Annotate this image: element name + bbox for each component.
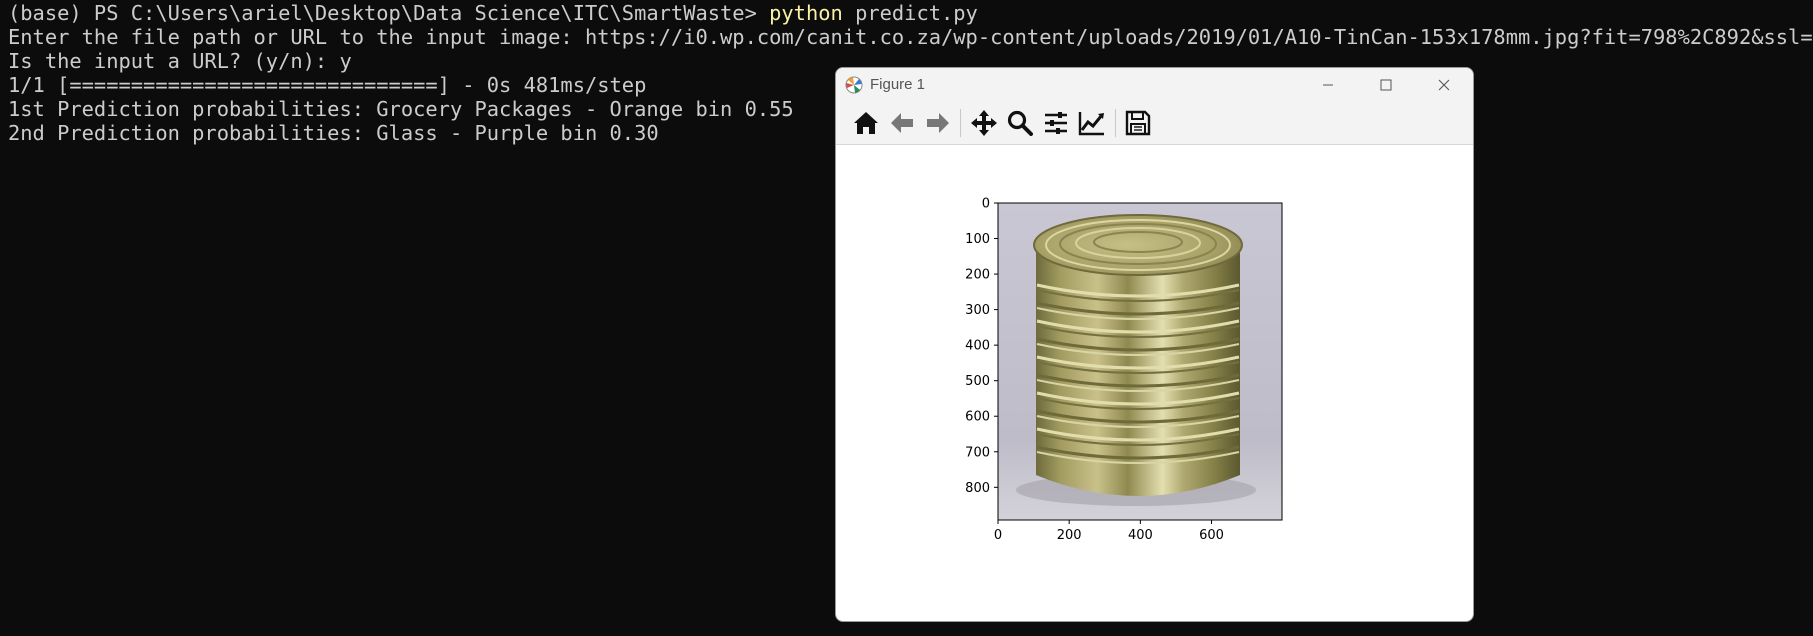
toolbar-separator [960, 109, 961, 137]
y-tick-label: 700 [965, 445, 990, 460]
matplotlib-app-icon [845, 76, 863, 94]
home-button[interactable] [850, 107, 882, 139]
minimize-icon [1323, 84, 1333, 86]
x-tick-label: 200 [1057, 528, 1082, 543]
x-tick-label: 600 [1199, 528, 1224, 543]
zoom-button[interactable] [1004, 107, 1036, 139]
y-tick-label: 500 [965, 374, 990, 389]
y-tick-label: 400 [965, 339, 990, 354]
customize-icon [1078, 112, 1104, 136]
terminal-line: 1st Prediction probabilities: Grocery Pa… [8, 97, 794, 121]
terminal-line: 1/1 [==============================] - 0… [8, 73, 647, 97]
x-tick-label: 400 [1128, 528, 1153, 543]
subplots-button[interactable] [1040, 107, 1072, 139]
terminal-line: Is the input a URL? (y/n): y [8, 49, 352, 73]
terminal-line: 2nd Prediction probabilities: Glass - Pu… [8, 121, 659, 145]
y-tick-label: 200 [965, 268, 990, 283]
y-tick-label: 300 [965, 303, 990, 318]
forward-button[interactable] [922, 107, 954, 139]
figure-toolbar [836, 102, 1473, 145]
terminal-command: python [769, 1, 843, 25]
figure-window[interactable]: Figure 1 0 100 200 300 400 500 600 700 8… [835, 67, 1474, 622]
subplots-icon [1045, 112, 1067, 134]
y-tick-label: 800 [965, 481, 990, 496]
save-icon [1125, 110, 1151, 136]
y-tick-label: 100 [965, 232, 990, 247]
window-title: Figure 1 [870, 76, 926, 93]
close-button[interactable] [1415, 68, 1473, 102]
terminal-line: Enter the file path or URL to the input … [8, 25, 1813, 49]
plot-svg: 0 100 200 300 400 500 600 700 800 0 200 400 600 [965, 197, 1283, 543]
pan-button[interactable] [968, 107, 1000, 139]
close-icon [1438, 79, 1450, 91]
minimize-button[interactable] [1299, 68, 1357, 102]
tin-can-image [998, 203, 1282, 520]
forward-arrow-icon [927, 113, 949, 133]
home-icon [854, 112, 878, 134]
x-tick-label: 0 [994, 528, 1002, 543]
y-axis: 0 100 200 300 400 500 600 700 800 [965, 197, 998, 496]
terminal-prompt: (base) PS C:\Users\ariel\Desktop\Data Sc… [8, 1, 770, 25]
save-button[interactable] [1122, 107, 1154, 139]
y-tick-label: 0 [982, 197, 990, 212]
window-titlebar[interactable]: Figure 1 [836, 68, 1473, 102]
customize-button[interactable] [1076, 107, 1108, 139]
toolbar-separator [1115, 109, 1116, 137]
figure-canvas[interactable]: 0 100 200 300 400 500 600 700 800 0 200 400 600 [836, 145, 1473, 621]
back-arrow-icon [891, 113, 913, 133]
maximize-button[interactable] [1357, 68, 1415, 102]
x-axis: 0 200 400 600 [994, 520, 1224, 543]
terminal-command-args: predict.py [842, 1, 978, 25]
terminal-line-command: (base) PS C:\Users\ariel\Desktop\Data Sc… [8, 1, 978, 25]
y-tick-label: 600 [965, 410, 990, 425]
maximize-icon [1380, 79, 1392, 91]
back-button[interactable] [886, 107, 918, 139]
pan-icon [971, 110, 997, 136]
zoom-icon [1007, 110, 1033, 136]
